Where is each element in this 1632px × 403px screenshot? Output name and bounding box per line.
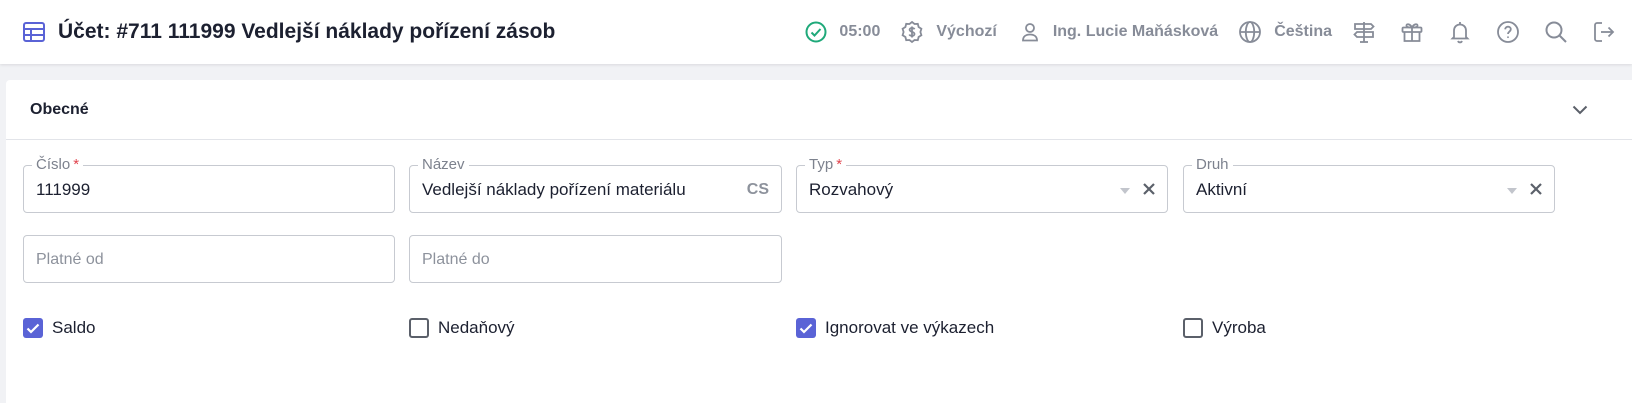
- help-button[interactable]: [1484, 0, 1532, 64]
- gift-icon: [1401, 23, 1423, 42]
- bell-icon: [1450, 22, 1470, 44]
- section-title: Obecné: [30, 100, 89, 118]
- typ-select[interactable]: Typ * Rozvahový: [796, 156, 1168, 213]
- nedanovy-label: Nedaňový: [438, 318, 515, 337]
- clear-icon[interactable]: [1526, 179, 1546, 199]
- platne-od-field[interactable]: Platné od: [23, 235, 395, 283]
- ignorovat-checkbox[interactable]: [796, 318, 816, 338]
- language-label: Čeština: [1274, 23, 1332, 40]
- clear-icon[interactable]: [1139, 179, 1159, 199]
- platne-od-placeholder: Platné od: [36, 251, 104, 268]
- company-label: Výchozí: [936, 23, 997, 40]
- nazev-label: Název: [418, 156, 469, 174]
- platne-do-placeholder: Platné do: [422, 251, 490, 268]
- caret-down-icon[interactable]: [1119, 186, 1131, 196]
- platne-do-field[interactable]: Platné do: [409, 235, 782, 283]
- caret-down-icon[interactable]: [1506, 186, 1518, 196]
- druh-label: Druh: [1192, 156, 1233, 174]
- check-circle-icon: [805, 21, 827, 43]
- user-icon: [1021, 23, 1038, 42]
- search-button[interactable]: [1532, 0, 1580, 64]
- logout-button[interactable]: [1580, 0, 1628, 64]
- vyroba-checkbox-row[interactable]: Výroba: [1183, 318, 1266, 338]
- saldo-checkbox-row[interactable]: Saldo: [23, 318, 95, 338]
- language-switcher[interactable]: Čeština: [1238, 0, 1332, 64]
- chevron-down-icon[interactable]: [1568, 98, 1592, 122]
- general-section-card: Obecné Číslo * 111999 Název Vedlejší nákl…: [6, 80, 1632, 403]
- search-icon: [1545, 21, 1567, 43]
- vyroba-label: Výroba: [1212, 318, 1266, 337]
- nedanovy-checkbox[interactable]: [409, 318, 429, 338]
- cislo-label: Číslo *: [32, 156, 84, 174]
- help-icon: [1497, 21, 1519, 43]
- ignorovat-checkbox-row[interactable]: Ignorovat ve výkazech: [796, 318, 994, 338]
- ignorovat-label: Ignorovat ve výkazech: [825, 318, 995, 337]
- logout-icon: [1594, 22, 1615, 42]
- typ-label: Typ *: [805, 156, 847, 174]
- globe-icon: [1239, 21, 1262, 43]
- section-header[interactable]: Obecné: [6, 80, 1632, 140]
- session-timer[interactable]: 05:00: [805, 0, 880, 64]
- page-header: Účet: #711 111999 Vedlejší náklady poříz…: [22, 0, 555, 64]
- druh-select[interactable]: Druh Aktivní: [1183, 156, 1555, 213]
- signpost-icon: [1353, 22, 1375, 43]
- signpost-button[interactable]: [1340, 0, 1388, 64]
- required-mark: *: [836, 156, 843, 173]
- druh-value: Aktivní: [1196, 180, 1248, 199]
- typ-value: Rozvahový: [809, 180, 894, 199]
- page-title: Účet: #711 111999 Vedlejší náklady poříz…: [58, 20, 556, 43]
- dollar-circle-icon: [901, 20, 923, 44]
- toolbar: 05:00 Výchozí Ing. Lucie Maňásková Češti…: [805, 0, 1632, 64]
- top-bar: Účet: #711 111999 Vedlejší náklady poříz…: [0, 0, 1632, 64]
- cislo-field[interactable]: Číslo * 111999: [23, 156, 395, 213]
- nedanovy-checkbox-row[interactable]: Nedaňový: [409, 318, 515, 338]
- gift-button[interactable]: [1388, 0, 1436, 64]
- saldo-checkbox[interactable]: [23, 318, 43, 338]
- company-switcher[interactable]: Výchozí: [900, 0, 997, 64]
- vyroba-checkbox[interactable]: [1183, 318, 1203, 338]
- table-icon: [22, 20, 46, 44]
- saldo-label: Saldo: [52, 318, 96, 337]
- user-name-label: Ing. Lucie Maňásková: [1052, 23, 1219, 40]
- session-time-label: 05:00: [839, 23, 881, 40]
- language-suffix[interactable]: CS: [747, 181, 769, 199]
- required-mark: *: [73, 156, 80, 173]
- nazev-field[interactable]: Název Vedlejší náklady pořízení materiál…: [409, 156, 782, 213]
- user-menu[interactable]: Ing. Lucie Maňásková: [1019, 0, 1218, 64]
- nazev-value: Vedlejší náklady pořízení materiálu: [422, 180, 686, 199]
- cislo-value: 111999: [36, 180, 91, 199]
- notifications-button[interactable]: [1436, 0, 1484, 64]
